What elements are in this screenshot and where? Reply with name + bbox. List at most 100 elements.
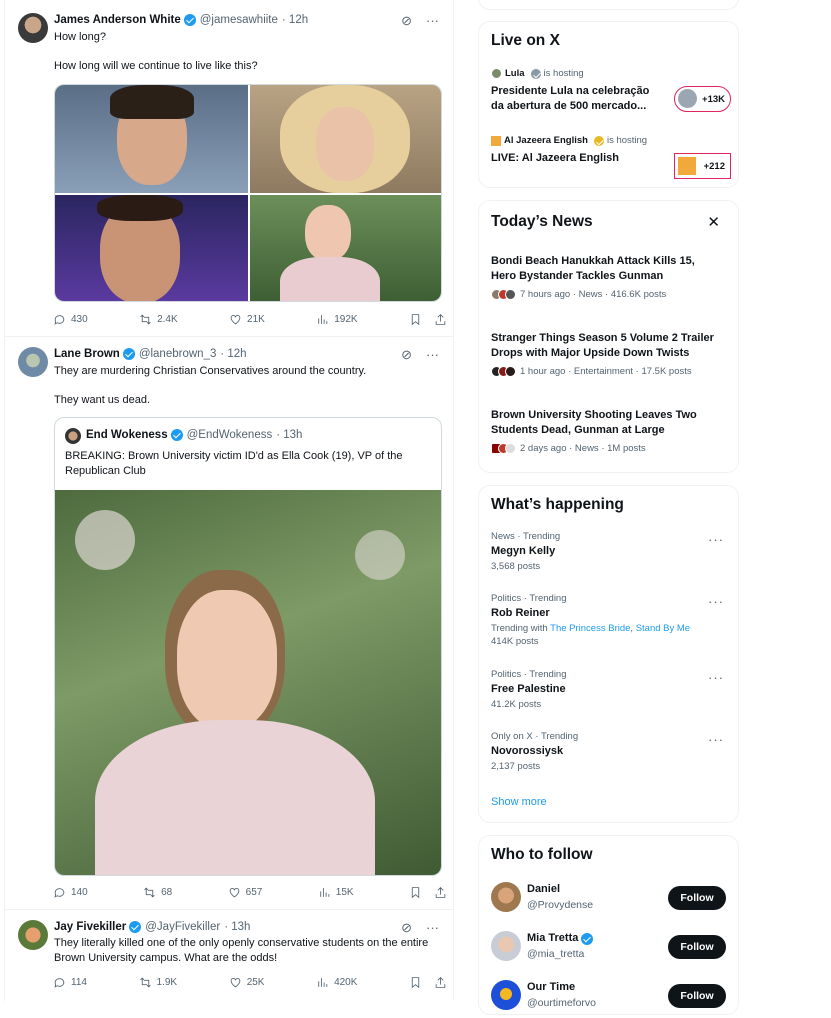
more-icon[interactable]: ···: [426, 920, 439, 936]
news-avatars: [491, 366, 516, 377]
views-button[interactable]: 420K: [316, 976, 357, 989]
suggestion-name[interactable]: Mia Tretta: [527, 931, 578, 946]
tweet-time[interactable]: · 13h: [224, 921, 250, 933]
news-item[interactable]: Stranger Things Season 5 Volume 2 Traile…: [491, 331, 726, 377]
share-icon[interactable]: [434, 313, 447, 326]
like-button[interactable]: 25K: [229, 976, 264, 989]
trend-category: Politics · Trending: [491, 669, 567, 680]
follow-button[interactable]: Follow: [668, 935, 726, 959]
media-grid[interactable]: [54, 84, 442, 302]
suggestion-name[interactable]: Our Time: [527, 980, 575, 995]
listener-badge[interactable]: +13K: [674, 86, 731, 112]
more-icon[interactable]: ···: [708, 732, 724, 747]
like-button[interactable]: 21K: [229, 313, 265, 326]
avatar[interactable]: [18, 920, 48, 950]
avatar[interactable]: [18, 13, 48, 43]
heart-icon: [229, 888, 239, 898]
live-item[interactable]: Al Jazeera English is hosting LIVE: Al J…: [491, 135, 731, 183]
author-handle[interactable]: @lanebrown_3: [139, 348, 217, 360]
grok-icon[interactable]: ⊘: [401, 347, 412, 363]
share-icon[interactable]: [434, 976, 447, 989]
author-name[interactable]: Lane Brown: [54, 348, 120, 360]
quote-avatar: [65, 428, 81, 444]
trend-item[interactable]: News · Trending Megyn Kelly 3,568 posts: [491, 531, 731, 572]
repost-icon: [140, 314, 151, 325]
avatar[interactable]: [491, 980, 521, 1010]
media-image[interactable]: [55, 195, 248, 301]
grok-icon[interactable]: ⊘: [401, 920, 412, 936]
host-name: Lula: [505, 68, 525, 79]
trend-category: Only on X · Trending: [491, 731, 579, 742]
reply-button[interactable]: 114: [53, 976, 87, 989]
author-name[interactable]: Jay Fivekiller: [54, 921, 126, 933]
reply-icon: [54, 888, 65, 898]
trending-with-link[interactable]: Stand By Me: [636, 623, 690, 634]
like-count: 21K: [247, 314, 265, 325]
views-icon: [320, 888, 330, 897]
more-icon[interactable]: ···: [708, 594, 724, 609]
news-avatars: [491, 443, 516, 454]
tweet-time[interactable]: · 12h: [220, 348, 246, 360]
live-on-x-panel: Live on X Lula is hosting Presidente Lul…: [478, 21, 739, 188]
tweet[interactable]: James Anderson White @jamesawhiite · 12h…: [5, 0, 453, 337]
repost-icon: [144, 887, 155, 898]
bookmark-icon[interactable]: [409, 886, 422, 899]
news-item[interactable]: Bondi Beach Hanukkah Attack Kills 15, He…: [491, 254, 716, 300]
news-meta: 7 hours ago · News · 416.6K posts: [520, 289, 667, 300]
panel-title: Live on X: [491, 32, 560, 49]
trend-item[interactable]: Only on X · Trending Novorossiysk 2,137 …: [491, 731, 731, 772]
trend-category: News · Trending: [491, 531, 561, 542]
views-button[interactable]: 15K: [318, 886, 354, 899]
news-headline: Brown University Shooting Leaves Two Stu…: [491, 409, 697, 436]
news-item[interactable]: Brown University Shooting Leaves Two Stu…: [491, 408, 716, 454]
bookmark-icon[interactable]: [409, 313, 422, 326]
tweet[interactable]: Lane Brown @lanebrown_3 · 12h ⊘ ··· They…: [5, 337, 453, 910]
suggestion-handle: @mia_tretta: [527, 948, 585, 960]
reply-button[interactable]: 430: [53, 313, 88, 326]
suggestion-handle: @Provydense: [527, 899, 594, 911]
author-handle[interactable]: @JayFivekiller: [145, 921, 220, 933]
listener-badge[interactable]: +212: [674, 153, 731, 179]
suggestion-name[interactable]: Daniel: [527, 882, 560, 897]
more-icon[interactable]: ···: [708, 670, 724, 685]
media-image[interactable]: [55, 85, 248, 193]
grok-icon[interactable]: ⊘: [401, 13, 412, 29]
avatar[interactable]: [491, 882, 521, 912]
repost-button[interactable]: 1.9K: [139, 976, 177, 989]
trend-posts: 3,568 posts: [491, 561, 541, 572]
more-icon[interactable]: ···: [426, 13, 439, 29]
reply-count: 430: [71, 314, 88, 325]
tweet[interactable]: Jay Fivekiller @JayFivekiller · 13h ⊘ ··…: [5, 910, 453, 1001]
quote-media-image[interactable]: [55, 490, 441, 875]
views-button[interactable]: 192K: [316, 313, 358, 326]
bookmark-icon[interactable]: [409, 976, 422, 989]
suggestion-handle: @ourtimeforvo: [527, 997, 597, 1009]
avatar[interactable]: [18, 347, 48, 377]
repost-icon: [139, 977, 151, 988]
follow-suggestion[interactable]: Our Time @ourtimeforvo Follow: [479, 978, 738, 1018]
repost-button[interactable]: 2.4K: [139, 313, 178, 326]
author-handle[interactable]: @jamesawhiite: [200, 14, 278, 26]
follow-button[interactable]: Follow: [668, 984, 726, 1008]
close-icon[interactable]: ✕: [707, 213, 720, 231]
author-name[interactable]: James Anderson White: [54, 14, 181, 26]
avatar[interactable]: [491, 931, 521, 961]
quoted-tweet[interactable]: End Wokeness @EndWokeness · 13h BREAKING…: [54, 417, 442, 876]
trend-item[interactable]: Politics · Trending Rob Reiner Trending …: [491, 593, 731, 647]
trending-with-link[interactable]: The Princess Bride: [550, 623, 630, 634]
media-image[interactable]: [250, 85, 441, 193]
like-button[interactable]: 657: [228, 886, 262, 899]
follow-button[interactable]: Follow: [668, 886, 726, 910]
share-icon[interactable]: [434, 886, 447, 899]
repost-button[interactable]: 68: [143, 886, 172, 899]
show-more-link[interactable]: Show more: [491, 796, 547, 808]
follow-suggestion[interactable]: Daniel @Provydense Follow: [479, 880, 738, 920]
trend-item[interactable]: Politics · Trending Free Palestine 41.2K…: [491, 669, 731, 710]
tweet-time[interactable]: · 12h: [282, 14, 308, 26]
live-item[interactable]: Lula is hosting Presidente Lula na celeb…: [491, 68, 731, 116]
follow-suggestion[interactable]: Mia Tretta @mia_tretta Follow: [479, 929, 738, 969]
more-icon[interactable]: ···: [426, 347, 439, 363]
more-icon[interactable]: ···: [708, 532, 724, 547]
media-image[interactable]: [250, 195, 441, 301]
reply-button[interactable]: 140: [53, 886, 88, 899]
